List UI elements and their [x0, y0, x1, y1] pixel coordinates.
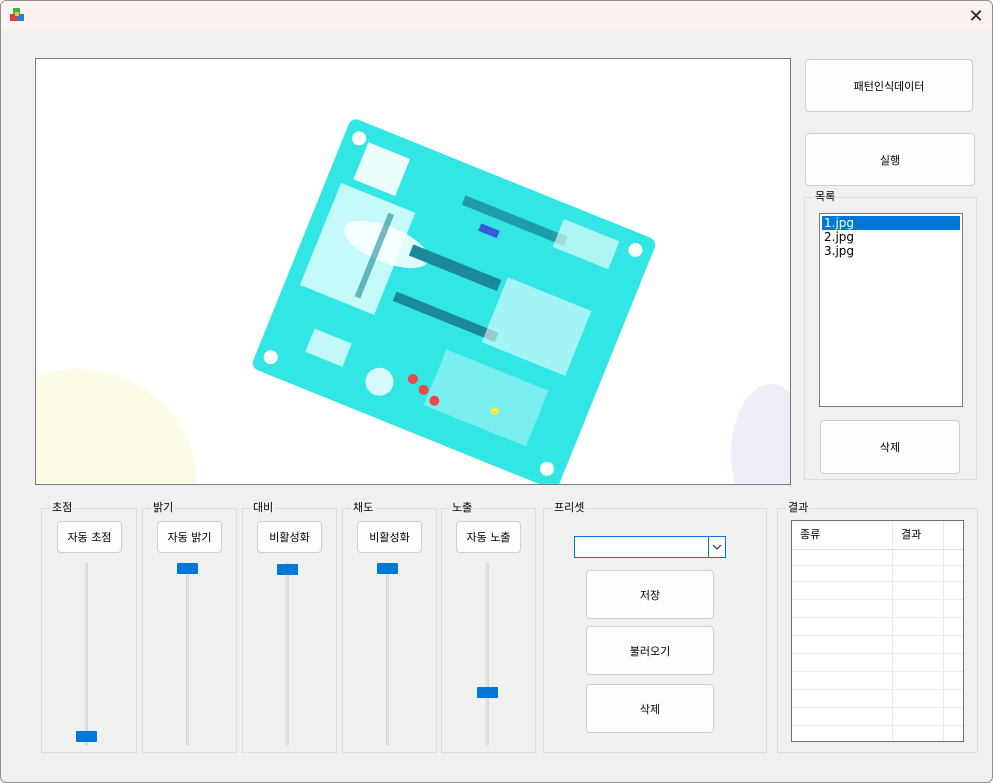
preset-load-button[interactable]: 불러오기 — [586, 626, 714, 675]
image-preview — [35, 58, 791, 485]
grid-header-result[interactable]: 결과 — [893, 521, 943, 549]
saturation-slider-thumb[interactable] — [377, 563, 398, 574]
preset-combobox[interactable] — [574, 536, 726, 558]
grid-divider — [792, 617, 963, 618]
saturation-disable-button[interactable]: 비활성화 — [357, 521, 422, 553]
brightness-group-label: 밝기 — [151, 501, 176, 515]
preset-save-button-label: 저장 — [639, 588, 661, 602]
main-window: ✕ 패턴인식데이터 실행 목록 1.jpg 2.jpg 3.jpg 삭제 초점 … — [0, 0, 993, 783]
result-grid[interactable]: 종류 결과 — [791, 520, 964, 742]
preset-load-button-label: 불러오기 — [629, 644, 671, 658]
contrast-disable-button-label: 비활성화 — [269, 531, 310, 544]
app-icon — [10, 8, 24, 21]
contrast-slider-track[interactable] — [286, 563, 289, 745]
list-item[interactable]: 1.jpg — [822, 216, 960, 230]
pattern-data-button-label: 패턴인식데이터 — [853, 79, 925, 93]
grid-divider — [792, 549, 963, 550]
saturation-group-label: 채도 — [351, 501, 376, 515]
list-delete-button[interactable]: 삭제 — [820, 420, 960, 474]
pcb-image — [36, 119, 790, 484]
result-group-label: 결과 — [786, 501, 811, 515]
exposure-slider-track[interactable] — [486, 563, 489, 745]
focus-slider-thumb[interactable] — [76, 731, 97, 742]
grid-divider — [943, 521, 944, 741]
chevron-down-icon[interactable] — [708, 537, 725, 557]
auto-focus-button-label: 자동 초점 — [67, 531, 112, 544]
grid-divider — [792, 725, 963, 726]
exposure-group-label: 노출 — [450, 501, 475, 515]
grid-header-type[interactable]: 종류 — [792, 521, 892, 549]
saturation-slider-track[interactable] — [386, 563, 389, 745]
auto-exposure-button[interactable]: 자동 노출 — [456, 521, 521, 553]
close-button[interactable]: ✕ — [961, 5, 991, 27]
grid-divider — [792, 599, 963, 600]
title-bar: ✕ — [1, 1, 992, 31]
grid-divider — [792, 653, 963, 654]
exposure-slider-thumb[interactable] — [477, 687, 498, 698]
list-item[interactable]: 2.jpg — [822, 230, 960, 244]
list-item[interactable]: 3.jpg — [822, 244, 960, 258]
saturation-disable-button-label: 비활성화 — [369, 531, 410, 544]
focus-slider-track[interactable] — [85, 563, 88, 745]
auto-brightness-button-label: 자동 밝기 — [167, 531, 212, 544]
run-button[interactable]: 실행 — [805, 133, 975, 186]
list-delete-button-label: 삭제 — [879, 441, 901, 454]
list-group-label: 목록 — [813, 190, 838, 204]
file-listbox[interactable]: 1.jpg 2.jpg 3.jpg — [819, 213, 963, 407]
grid-divider — [792, 635, 963, 636]
auto-brightness-button[interactable]: 자동 밝기 — [157, 521, 222, 553]
contrast-group-label: 대비 — [251, 501, 276, 515]
focus-group-label: 초점 — [50, 501, 75, 515]
preset-save-button[interactable]: 저장 — [586, 570, 714, 619]
auto-focus-button[interactable]: 자동 초점 — [57, 521, 122, 553]
brightness-slider-thumb[interactable] — [177, 563, 198, 574]
pattern-data-button[interactable]: 패턴인식데이터 — [805, 59, 973, 112]
grid-divider — [792, 565, 963, 566]
contrast-disable-button[interactable]: 비활성화 — [257, 521, 322, 553]
contrast-slider-thumb[interactable] — [277, 564, 298, 575]
grid-divider — [892, 521, 893, 741]
brightness-slider-track[interactable] — [186, 563, 189, 745]
preset-delete-button[interactable]: 삭제 — [586, 684, 714, 733]
grid-divider — [792, 707, 963, 708]
auto-exposure-button-label: 자동 노출 — [466, 531, 511, 544]
run-button-label: 실행 — [879, 153, 901, 167]
preset-group-label: 프리셋 — [552, 501, 587, 515]
grid-divider — [792, 689, 963, 690]
preset-delete-button-label: 삭제 — [639, 702, 661, 716]
grid-divider — [792, 581, 963, 582]
close-icon: ✕ — [968, 5, 984, 27]
grid-divider — [792, 671, 963, 672]
